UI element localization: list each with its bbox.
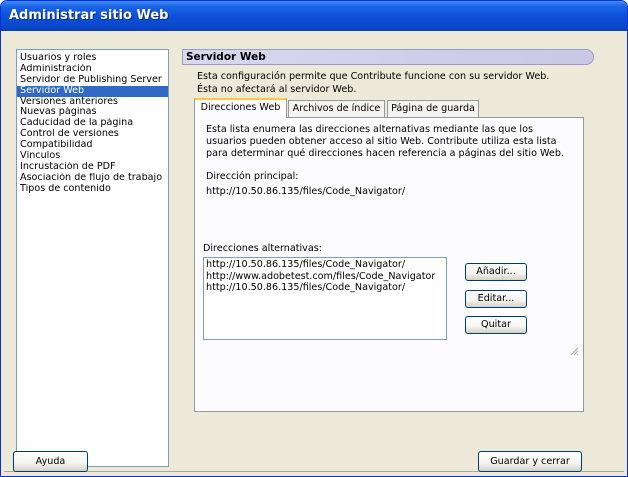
panel-title: Servidor Web [186,51,266,63]
dialog-body: Usuarios y roles Administración Servidor… [4,31,624,475]
tab-archivos-indice[interactable]: Archivos de índice [288,100,385,117]
category-item-versiones-anteriores[interactable]: Versiones anteriores [17,97,168,108]
edit-address-button[interactable]: Editar... [465,290,527,308]
add-address-button[interactable]: Añadir... [465,263,527,281]
alternate-address-item[interactable]: http://10.50.86.135/files/Code_Navigator… [206,259,444,271]
panel-header: Servidor Web [182,49,594,65]
category-item-publishing-server[interactable]: Servidor de Publishing Server [17,75,168,86]
category-item-servidor-web[interactable]: Servidor Web [17,85,168,97]
tab-direcciones-web[interactable]: Direcciones Web [194,98,287,118]
alternate-address-item[interactable]: http://www.adobetest.com/files/Code_Navi… [206,271,444,283]
dialog-window: Administrar sitio Web Usuarios y roles A… [0,0,628,477]
save-and-close-button[interactable]: Guardar y cerrar [478,451,582,472]
tab-content: Esta lista enumera las direcciones alter… [194,117,584,412]
remove-address-button[interactable]: Quitar [465,316,527,334]
help-button[interactable]: Ayuda [13,451,88,472]
primary-address-label: Dirección principal: [206,171,299,182]
category-item-compatibilidad[interactable]: Compatibilidad [17,140,168,151]
resize-grip-icon[interactable] [569,346,579,356]
category-item-usuarios[interactable]: Usuarios y roles [17,53,168,64]
alternate-addresses-label: Direcciones alternativas: [203,243,322,254]
category-list[interactable]: Usuarios y roles Administración Servidor… [16,49,169,467]
panel-description: Esta configuración permite que Contribut… [197,71,550,95]
category-item-caducidad[interactable]: Caducidad de la página [17,118,168,129]
category-item-tipos-contenido[interactable]: Tipos de contenido [17,184,168,195]
settings-panel: Servidor Web Esta configuración permite … [182,49,614,467]
primary-address-value: http://10.50.86.135/files/Code_Navigator… [206,186,406,197]
title-bar[interactable]: Administrar sitio Web [1,1,627,31]
category-item-vinculos[interactable]: Vínculos [17,151,168,162]
tab-pagina-guarda[interactable]: Página de guarda [387,100,479,117]
alternate-address-item[interactable]: http://10.50.86.135/files/Code_Navigator… [206,282,444,294]
tab-description: Esta lista enumera las direcciones alter… [206,124,564,160]
window-title: Administrar sitio Web [9,8,169,23]
category-item-administracion[interactable]: Administración [17,64,168,75]
alternate-addresses-list[interactable]: http://10.50.86.135/files/Code_Navigator… [203,257,447,340]
category-item-flujo-trabajo[interactable]: Asociación de flujo de trabajo [17,173,168,184]
category-item-control-versiones[interactable]: Control de versiones [17,129,168,140]
category-item-nuevas-paginas[interactable]: Nuevas páginas [17,107,168,118]
category-item-incrustacion-pdf[interactable]: Incrustación de PDF [17,162,168,173]
